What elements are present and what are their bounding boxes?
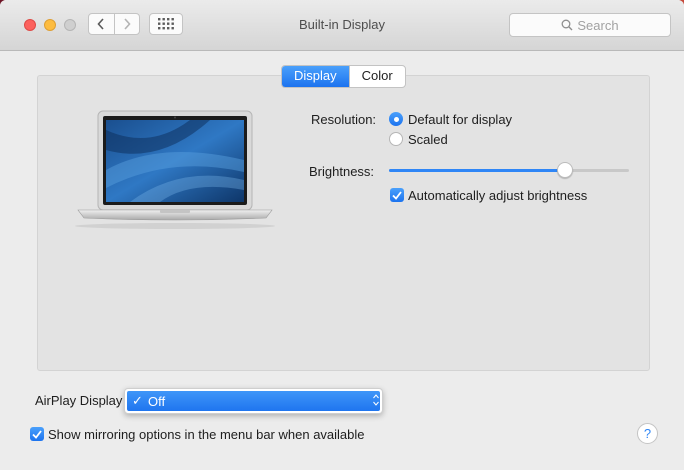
popup-item-off[interactable]: ✓ Off [127, 391, 380, 411]
scaled-label[interactable]: Scaled [408, 132, 448, 147]
search-placeholder: Search [577, 17, 619, 33]
radio-scaled[interactable] [389, 132, 403, 146]
auto-brightness-checkbox[interactable] [390, 188, 404, 202]
search-field[interactable]: Search [509, 13, 671, 37]
selected-check-icon: ✓ [132, 393, 143, 408]
tab-color[interactable]: Color [348, 66, 405, 87]
help-icon: ? [643, 426, 652, 441]
radio-default-for-display[interactable] [389, 112, 403, 126]
checkmark-icon [392, 190, 402, 200]
preferences-window: Built-in Display Search Display Color Re… [0, 0, 684, 470]
title-bar: Built-in Display Search [0, 0, 684, 51]
resolution-label: Resolution: [311, 112, 377, 127]
airplay-display-popup[interactable]: ✓ Off [124, 388, 383, 414]
help-button[interactable]: ? [637, 423, 658, 444]
brightness-slider-knob[interactable] [557, 162, 573, 178]
tab-display[interactable]: Display [282, 66, 349, 87]
checkmark-icon [32, 429, 42, 439]
default-for-display-label[interactable]: Default for display [408, 112, 512, 127]
popup-item-label: Off [148, 393, 166, 409]
mirroring-label[interactable]: Show mirroring options in the menu bar w… [48, 427, 365, 442]
laptop-image [75, 110, 275, 229]
brightness-slider-fill [389, 169, 565, 172]
mirroring-checkbox[interactable] [30, 427, 44, 441]
airplay-display-label: AirPlay Display [35, 393, 123, 408]
auto-brightness-label[interactable]: Automatically adjust brightness [408, 188, 587, 203]
updown-arrows-icon [373, 394, 379, 406]
tab-bar: Display Color [281, 65, 406, 88]
brightness-slider[interactable] [389, 162, 629, 178]
search-icon [561, 19, 573, 31]
brightness-label: Brightness: [309, 164, 375, 179]
